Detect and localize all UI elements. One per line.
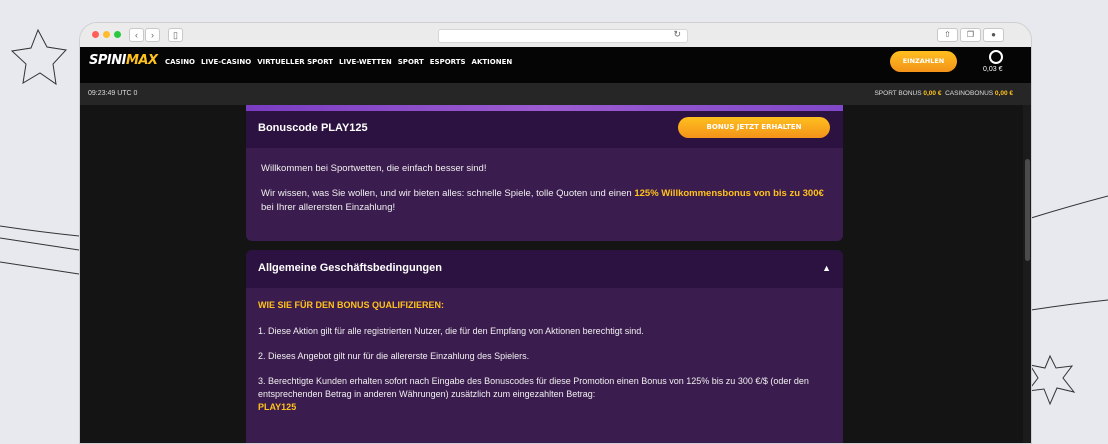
terms-item-3: 3. Berechtigte Kunden erhalten sofort na… <box>258 375 828 414</box>
browser-window: ‹ › ▯ ↻ ⇧ ❐ ● SPINIMAX CASINO LIVE-CASIN… <box>79 22 1032 444</box>
sport-bonus-value: 0,00 € <box>923 90 942 97</box>
star-outline-right <box>1026 354 1076 406</box>
intro-highlight: 125% Willkommensbonus von bis zu 300€ <box>634 188 824 199</box>
tabs-icon[interactable]: ❐ <box>960 28 981 42</box>
forward-icon[interactable]: › <box>145 28 160 42</box>
bonus-code-header: Bonuscode PLAY125 BONUS JETZT ERHALTEN <box>246 111 843 148</box>
main-nav: CASINO LIVE-CASINO VIRTUELLER SPORT LIVE… <box>165 58 512 66</box>
address-bar[interactable]: ↻ <box>438 29 688 43</box>
browser-toolbar: ‹ › ▯ ↻ ⇧ ❐ ● <box>80 23 1031 47</box>
curve-line <box>1030 195 1108 219</box>
terms-item-2: 2. Dieses Angebot gilt nur für die aller… <box>258 351 530 361</box>
close-window-button[interactable] <box>92 31 99 38</box>
curve-line <box>0 237 80 251</box>
star-outline-left <box>10 28 68 86</box>
download-icon[interactable]: ● <box>983 28 1004 42</box>
qualify-heading: WIE SIE FÜR DEN BONUS QUALIFIZIEREN: <box>258 300 445 310</box>
nav-esports[interactable]: ESPORTS <box>430 58 466 66</box>
nav-casino[interactable]: CASINO <box>165 58 195 66</box>
logo-text: SPINI <box>89 53 126 68</box>
nav-live-casino[interactable]: LIVE-CASINO <box>201 58 251 66</box>
scrollbar-thumb[interactable] <box>1025 159 1030 261</box>
casino-bonus-label: CASINOBONUS <box>945 90 994 97</box>
zoom-window-button[interactable] <box>114 31 121 38</box>
bonus-code-card: Bonuscode PLAY125 BONUS JETZT ERHALTEN W… <box>246 111 843 241</box>
terms-card: Allgemeine Geschäftsbedingungen ▲ WIE SI… <box>246 250 843 443</box>
terms-item-3-text: 3. Berechtigte Kunden erhalten sofort na… <box>258 376 809 399</box>
collapse-icon[interactable]: ▲ <box>822 263 831 273</box>
sidebar-icon[interactable]: ▯ <box>168 28 183 42</box>
intro-text-end: bei Ihrer allerersten Einzahlung! <box>261 202 396 213</box>
nav-promotions[interactable]: AKTIONEN <box>472 58 513 66</box>
account-icon[interactable] <box>989 50 1003 64</box>
bonus-balances: SPORT BONUS 0,00 € CASINOBONUS 0,00 € <box>874 90 1013 97</box>
back-icon[interactable]: ‹ <box>129 28 144 42</box>
casino-bonus-value: 0,00 € <box>994 90 1013 97</box>
terms-item-1: 1. Diese Aktion gilt für alle registrier… <box>258 326 644 336</box>
info-bar: 09:23:49 UTC 0 SPORT BONUS 0,00 € CASINO… <box>80 83 1031 105</box>
curve-line <box>0 225 80 237</box>
casino-site: SPINIMAX CASINO LIVE-CASINO VIRTUELLER S… <box>80 47 1031 443</box>
spinimax-logo[interactable]: SPINIMAX <box>89 53 158 68</box>
curve-line <box>0 261 80 275</box>
nav-live-betting[interactable]: LIVE-WETTEN <box>339 58 392 66</box>
nav-sport[interactable]: SPORT <box>398 58 424 66</box>
nav-virtual-sport[interactable]: VIRTUELLER SPORT <box>257 58 333 66</box>
claim-bonus-button[interactable]: BONUS JETZT ERHALTEN <box>678 117 830 138</box>
site-header: SPINIMAX CASINO LIVE-CASINO VIRTUELLER S… <box>80 47 1031 83</box>
balance: 0,03 € <box>983 66 1003 73</box>
logo-text-accent: MAX <box>125 53 158 68</box>
bonus-code-highlight: PLAY125 <box>258 402 297 412</box>
reload-icon[interactable]: ↻ <box>673 29 681 40</box>
clock: 09:23:49 UTC 0 <box>88 90 138 97</box>
sport-bonus-label: SPORT BONUS <box>874 90 922 97</box>
intro-text-start: Wir wissen, was Sie wollen, und wir biet… <box>261 188 632 199</box>
terms-title: Allgemeine Geschäftsbedingungen <box>258 262 442 274</box>
curve-line <box>1030 299 1108 311</box>
bonus-code-title: Bonuscode PLAY125 <box>258 122 368 134</box>
deposit-button[interactable]: EINZAHLEN <box>890 51 957 72</box>
minimize-window-button[interactable] <box>103 31 110 38</box>
share-icon[interactable]: ⇧ <box>937 28 958 42</box>
terms-header[interactable]: Allgemeine Geschäftsbedingungen ▲ <box>246 250 843 288</box>
scrollbar-track[interactable] <box>1023 105 1031 443</box>
welcome-text: Willkommen bei Sportwetten, die einfach … <box>261 163 487 174</box>
intro-text: Wir wissen, was Sie wollen, und wir biet… <box>261 187 833 215</box>
